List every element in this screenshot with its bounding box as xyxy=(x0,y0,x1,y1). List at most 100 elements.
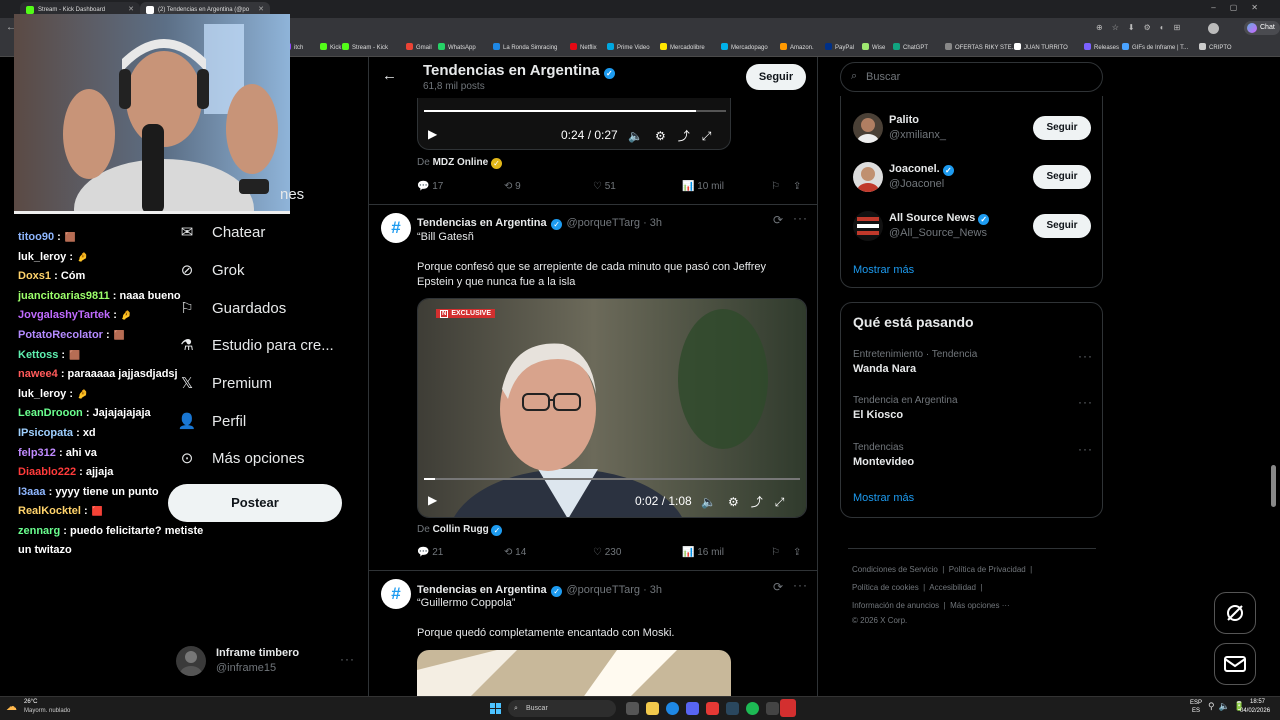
bookmark-item[interactable]: Amazon. xyxy=(780,43,814,54)
discord-icon[interactable] xyxy=(686,702,699,715)
more-icon[interactable]: ··· xyxy=(793,578,808,592)
spotify-icon[interactable] xyxy=(746,702,759,715)
chat-username[interactable]: nawee4 xyxy=(18,368,58,380)
account-name[interactable]: Palito xyxy=(889,114,919,126)
grok-icon[interactable]: ⟳ xyxy=(773,580,783,594)
file-explorer-icon[interactable] xyxy=(646,702,659,715)
avatar[interactable] xyxy=(853,162,883,192)
views-button[interactable]: 📊 10 mil xyxy=(682,181,724,192)
more-icon[interactable]: ··· xyxy=(340,652,355,666)
back-arrow-icon[interactable]: ← xyxy=(382,67,397,84)
all-source-news-logo-icon[interactable] xyxy=(853,211,883,241)
grok-icon[interactable]: ⟳ xyxy=(773,213,783,227)
nav-item-perfil[interactable]: 👤 Perfil xyxy=(178,407,247,435)
bookmark-item[interactable]: Prime Video xyxy=(607,43,650,54)
windows-start-icon[interactable] xyxy=(490,702,502,714)
more-icon[interactable]: ··· xyxy=(793,211,808,225)
more-icon[interactable]: ··· xyxy=(1078,349,1093,363)
video-progress-bar[interactable] xyxy=(424,478,800,480)
bookmark-icon[interactable]: ⚐ xyxy=(771,547,780,558)
language-indicator[interactable]: ESP xyxy=(1190,700,1202,706)
bookmark-item[interactable]: Wise xyxy=(862,43,885,54)
video-controls-icons[interactable]: 🔈⚙⤴⤢ xyxy=(701,493,796,510)
reply-button[interactable]: 💬 17 xyxy=(417,181,443,192)
hashtag-avatar-icon[interactable]: # xyxy=(381,579,411,609)
chat-username[interactable]: IPsicopata xyxy=(18,427,73,439)
video-progress-bar[interactable] xyxy=(424,110,726,112)
clock-time[interactable]: 18:57 xyxy=(1250,699,1265,705)
chat-username[interactable]: luk_leroy xyxy=(18,388,66,400)
video-player[interactable]: ▶ 0:24 / 0:27 🔈⚙⤴⤢ xyxy=(417,98,731,150)
app-icon[interactable] xyxy=(706,702,719,715)
nav-item-más[interactable]: ⊙ Más opciones xyxy=(178,444,305,472)
show-more-link[interactable]: Mostrar más xyxy=(853,492,914,504)
bookmark-item[interactable]: Kick xyxy=(320,43,341,54)
chat-username[interactable]: LeanDrooon xyxy=(18,407,83,419)
more-icon[interactable]: ··· xyxy=(1078,395,1093,409)
account-switcher[interactable]: Inframe timbero @inframe15 ··· xyxy=(176,644,356,676)
bookmark-item[interactable]: CRIPTO xyxy=(1199,43,1232,54)
follow-button[interactable]: Seguir xyxy=(1033,165,1091,189)
edge-icon[interactable] xyxy=(666,702,679,715)
trend-item[interactable]: Entretenimiento · Tendencia Wanda Nara ·… xyxy=(853,349,1093,375)
hashtag-avatar-icon[interactable]: # xyxy=(381,213,411,243)
repost-button[interactable]: ⟲ 14 xyxy=(504,547,526,558)
chat-username[interactable]: Diaablo222 xyxy=(18,466,76,478)
account-name[interactable]: All Source News ✓ xyxy=(889,212,990,225)
bookmark-item[interactable]: Releases xyxy=(1084,43,1119,54)
bookmark-item[interactable]: ChatGPT xyxy=(893,43,928,54)
trend-item[interactable]: Tendencias Montevideo ··· xyxy=(853,442,1093,468)
follow-button[interactable]: Seguir xyxy=(746,64,806,90)
video-controls-icons[interactable]: 🔈⚙⤴⤢ xyxy=(628,127,723,144)
play-icon[interactable]: ▶ xyxy=(428,127,437,141)
bookmark-icon[interactable]: ⚐ xyxy=(771,181,780,192)
share-icon[interactable]: ⇪ xyxy=(793,547,801,558)
avatar[interactable] xyxy=(853,113,883,143)
reply-button[interactable]: 💬 21 xyxy=(417,547,443,558)
chat-username[interactable]: titoo90 xyxy=(18,231,54,243)
bookmark-item[interactable]: PayPal xyxy=(825,43,854,54)
bookmark-item[interactable]: JUAN TURRITO xyxy=(1014,43,1068,54)
chat-username[interactable]: RealKocktel xyxy=(18,505,81,517)
task-view-icon[interactable] xyxy=(626,702,639,715)
taskbar-search[interactable]: ⌕ Buscar xyxy=(508,700,616,717)
nav-item-premium[interactable]: 𝕏 Premium xyxy=(178,369,272,397)
extension-icons[interactable]: ⊕☆⬇⚙◐⊞ xyxy=(1096,23,1189,32)
chat-username[interactable]: felp312 xyxy=(18,447,56,459)
bookmark-item[interactable]: La Ronda Simracing xyxy=(493,43,557,54)
bookmark-item[interactable]: Mercadopago xyxy=(721,43,768,54)
window-controls[interactable]: –▢✕ xyxy=(1211,3,1272,12)
chat-username[interactable]: Kettoss xyxy=(18,349,58,361)
app-icon[interactable] xyxy=(766,702,779,715)
chat-username[interactable]: zennarg xyxy=(18,525,60,537)
trend-item[interactable]: Tendencia en Argentina El Kiosco ··· xyxy=(853,395,1093,421)
bookmark-item[interactable]: Mercadolibre xyxy=(660,43,705,54)
chat-extension-button[interactable]: Chat xyxy=(1244,21,1280,35)
obs-icon[interactable] xyxy=(780,699,796,717)
chat-username[interactable]: Doxs1 xyxy=(18,270,51,282)
views-button[interactable]: 📊 16 mil xyxy=(682,547,724,558)
video-player[interactable]: N EXCLUSIVE ▶ 0:02 / 1:08 🔈⚙⤴⤢ xyxy=(417,298,807,518)
bookmark-item[interactable]: Netflix xyxy=(570,43,597,54)
repost-button[interactable]: ⟲ 9 xyxy=(504,181,521,192)
nav-item-chatear[interactable]: ✉ Chatear xyxy=(178,218,266,246)
follow-button[interactable]: Seguir xyxy=(1033,214,1091,238)
like-button[interactable]: ♡ 230 xyxy=(593,547,621,558)
steam-icon[interactable] xyxy=(726,702,739,715)
bookmark-item[interactable]: Stream - Kick xyxy=(342,43,388,54)
chat-username[interactable]: l3aaa xyxy=(18,486,46,498)
account-name[interactable]: Joaconel. ✓ xyxy=(889,163,954,176)
show-more-link[interactable]: Mostrar más xyxy=(853,264,914,276)
nav-item-guardados[interactable]: ⚐ Guardados xyxy=(178,294,286,322)
like-button[interactable]: ♡ 51 xyxy=(593,181,616,192)
grok-floating-button[interactable] xyxy=(1214,592,1256,634)
search-input[interactable]: ⌕ Buscar xyxy=(840,62,1103,92)
nav-item-grok[interactable]: ⊘ Grok xyxy=(178,256,245,284)
chat-username[interactable]: JovgalashyTartek xyxy=(18,309,110,321)
profile-avatar[interactable] xyxy=(1208,23,1219,34)
bookmark-item[interactable]: GIFs de Inframe | T... xyxy=(1122,43,1188,54)
play-icon[interactable]: ▶ xyxy=(428,493,437,507)
messages-floating-button[interactable] xyxy=(1214,643,1256,685)
post-button[interactable]: Postear xyxy=(168,484,342,522)
bookmark-item[interactable]: OFERTAS RIKY STE... xyxy=(945,43,1017,54)
